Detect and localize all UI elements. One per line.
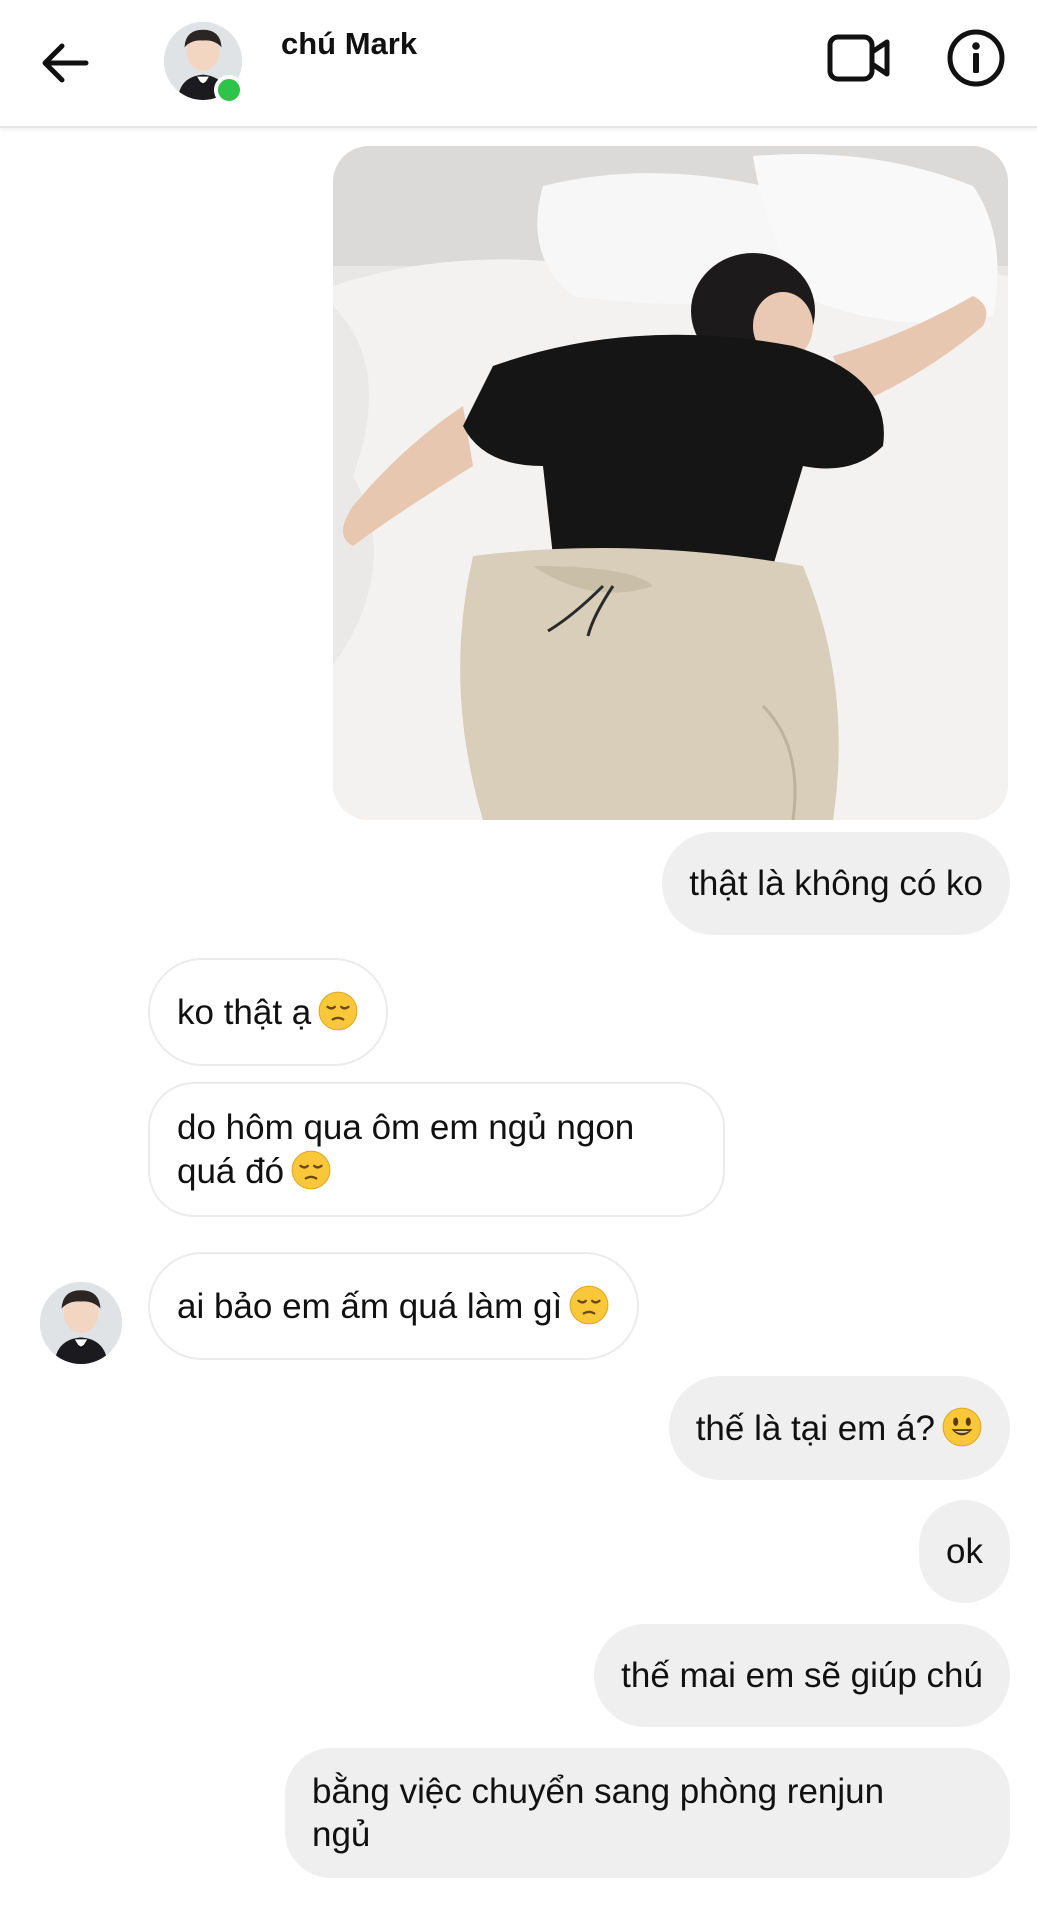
arrow-left-icon bbox=[42, 43, 89, 83]
back-button[interactable] bbox=[36, 34, 94, 92]
video-call-button[interactable] bbox=[826, 30, 892, 86]
outgoing-message[interactable]: bằng việc chuyển sang phòng renjun ngủ bbox=[285, 1748, 1010, 1878]
sent-photo[interactable] bbox=[333, 146, 1008, 820]
message-text-line: quá đó bbox=[177, 1152, 285, 1191]
online-status-dot bbox=[214, 75, 244, 105]
message-text: thế mai em sẽ giúp chú bbox=[621, 1656, 983, 1695]
message-text: thế là tại em á? bbox=[695, 1409, 935, 1448]
message-thread[interactable]: thật là không có ko ko thật ạ do hôm qua… bbox=[0, 130, 1037, 1920]
outgoing-message[interactable]: ok bbox=[919, 1500, 1010, 1603]
pensive-face-icon bbox=[317, 990, 359, 1032]
message-text-line: do hôm qua ôm em ngủ ngon bbox=[177, 1108, 635, 1147]
video-camera-icon bbox=[827, 34, 890, 82]
message-text: ko thật ạ bbox=[177, 993, 312, 1032]
photo-image bbox=[333, 146, 1008, 820]
contact-name[interactable]: chú Mark bbox=[281, 26, 417, 62]
sender-avatar[interactable] bbox=[40, 1282, 122, 1364]
incoming-message[interactable]: do hôm qua ôm em ngủ ngon quá đó bbox=[148, 1082, 725, 1217]
message-text: ai bảo em ấm quá làm gì bbox=[177, 1287, 563, 1326]
message-text-line: ngủ bbox=[312, 1815, 371, 1854]
message-text-line: bằng việc chuyển sang phòng renjun bbox=[312, 1772, 885, 1811]
pensive-face-icon bbox=[290, 1149, 332, 1191]
info-button[interactable] bbox=[946, 28, 1006, 88]
outgoing-message[interactable]: thật là không có ko bbox=[662, 832, 1010, 935]
pensive-face-icon bbox=[568, 1284, 610, 1326]
message-text: ok bbox=[946, 1532, 983, 1571]
outgoing-message[interactable]: thế là tại em á? bbox=[668, 1376, 1010, 1480]
smiley-face-icon bbox=[941, 1406, 983, 1448]
incoming-message[interactable]: ai bảo em ấm quá làm gì bbox=[148, 1252, 640, 1360]
message-text: thật là không có ko bbox=[689, 864, 983, 903]
avatar-image bbox=[40, 1282, 122, 1364]
incoming-message[interactable]: ko thật ạ bbox=[148, 958, 389, 1066]
outgoing-message[interactable]: thế mai em sẽ giúp chú bbox=[594, 1624, 1010, 1727]
info-circle-icon bbox=[947, 29, 1005, 87]
chat-header: chú Mark bbox=[0, 0, 1037, 128]
